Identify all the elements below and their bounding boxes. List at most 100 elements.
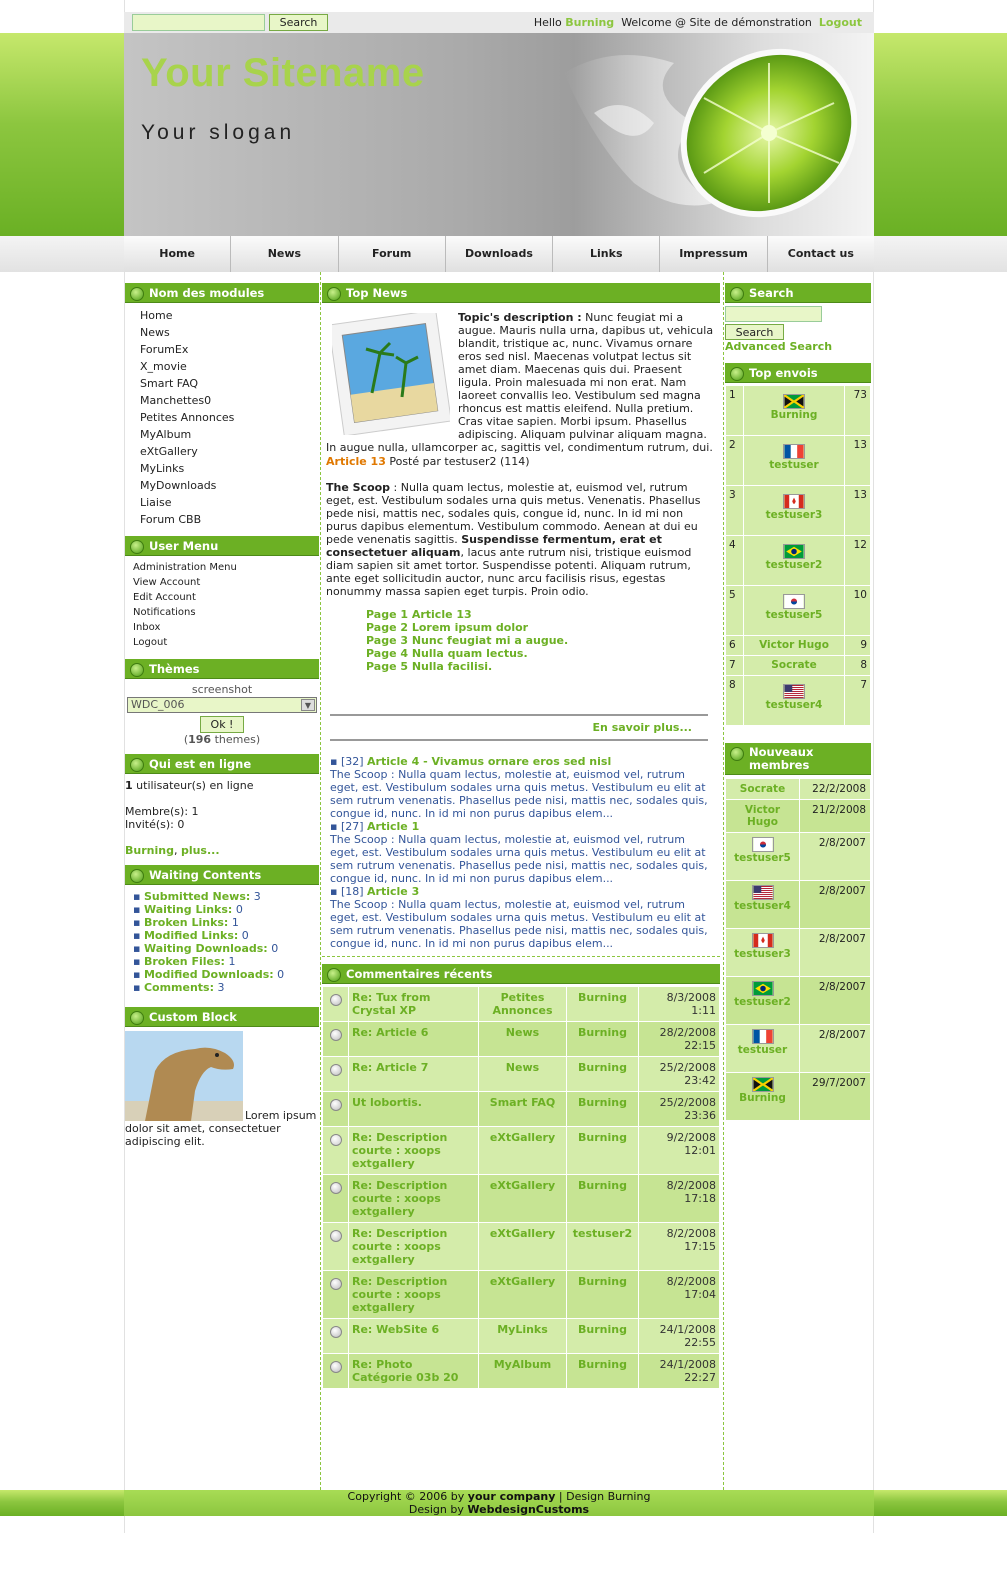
- page-link[interactable]: Page 5 Nulla facilisi.: [366, 660, 716, 673]
- module-item[interactable]: Petites Annonces: [125, 409, 319, 426]
- comment-module[interactable]: eXtGallery: [478, 1270, 567, 1319]
- page-link[interactable]: Page 4 Nulla quam lectus.: [366, 647, 716, 660]
- comment-module[interactable]: eXtGallery: [478, 1222, 567, 1271]
- page-link[interactable]: Page 1 Article 13: [366, 608, 716, 621]
- member-link[interactable]: Victor Hugo: [745, 804, 780, 828]
- comment-user[interactable]: Burning: [566, 1270, 639, 1319]
- member-link[interactable]: testuser5: [734, 852, 791, 864]
- theme-ok-button[interactable]: Ok !: [200, 716, 244, 733]
- nav-home[interactable]: Home: [124, 236, 232, 272]
- module-item[interactable]: Smart FAQ: [125, 375, 319, 392]
- member-link[interactable]: testuser4: [734, 900, 791, 912]
- waiting-link[interactable]: Broken Files:: [144, 955, 225, 968]
- nav-forum[interactable]: Forum: [338, 236, 446, 272]
- module-item[interactable]: MyLinks: [125, 460, 319, 477]
- comment-module[interactable]: MyAlbum: [478, 1353, 567, 1389]
- top-user-link[interactable]: Burning: [771, 409, 818, 421]
- nav-downloads[interactable]: Downloads: [445, 236, 554, 272]
- top-user-link[interactable]: testuser: [769, 459, 818, 471]
- comment-title[interactable]: Ut lobortis.: [348, 1091, 479, 1127]
- logout-link[interactable]: Logout: [819, 16, 862, 29]
- comment-title[interactable]: Re: Description courte : xoops extgaller…: [348, 1222, 479, 1271]
- theme-select[interactable]: WDC_006 ▼: [127, 697, 317, 713]
- nav-links[interactable]: Links: [553, 236, 661, 272]
- top-user-link[interactable]: testuser5: [766, 609, 823, 621]
- module-item[interactable]: Manchettes0: [125, 392, 319, 409]
- top-user-link[interactable]: Socrate: [771, 659, 816, 671]
- comment-title[interactable]: Re: WebSite 6: [348, 1318, 479, 1354]
- usermenu-item[interactable]: Administration Menu: [125, 560, 319, 575]
- waiting-link[interactable]: Modified Links:: [144, 929, 238, 942]
- search-input[interactable]: [132, 14, 265, 31]
- page-link[interactable]: Page 2 Lorem ipsum dolor: [366, 621, 716, 634]
- member-link[interactable]: testuser3: [734, 948, 791, 960]
- comment-title[interactable]: Re: Description courte : xoops extgaller…: [348, 1174, 479, 1223]
- comment-user[interactable]: Burning: [566, 1021, 639, 1057]
- module-item[interactable]: MyAlbum: [125, 426, 319, 443]
- advanced-search-link[interactable]: Advanced Search: [725, 340, 871, 353]
- member-link[interactable]: Burning: [739, 1092, 786, 1104]
- top-user-link[interactable]: Victor Hugo: [759, 639, 829, 651]
- article-link[interactable]: Article 13: [326, 455, 386, 468]
- member-link[interactable]: Socrate: [740, 783, 785, 795]
- nav-contact[interactable]: Contact us: [767, 236, 874, 272]
- member-link[interactable]: testuser: [738, 1044, 787, 1056]
- comment-user[interactable]: Burning: [566, 1091, 639, 1127]
- comment-user[interactable]: Burning: [566, 1318, 639, 1354]
- chevron-down-icon[interactable]: ▼: [301, 699, 315, 711]
- comment-title[interactable]: Re: Article 7: [348, 1056, 479, 1092]
- site-name[interactable]: Your Sitename: [141, 51, 425, 96]
- comment-user[interactable]: testuser2: [566, 1222, 639, 1271]
- waiting-link[interactable]: Broken Links:: [144, 916, 228, 929]
- usermenu-item[interactable]: Inbox: [125, 620, 319, 635]
- comment-module[interactable]: eXtGallery: [478, 1126, 567, 1175]
- top-user-link[interactable]: testuser4: [766, 699, 823, 711]
- comment-module[interactable]: News: [478, 1056, 567, 1092]
- comment-title[interactable]: Re: Article 6: [348, 1021, 479, 1057]
- search-button[interactable]: Search: [269, 14, 328, 31]
- member-link[interactable]: testuser2: [734, 996, 791, 1008]
- comment-module[interactable]: Petites Annonces: [478, 986, 567, 1022]
- user-link[interactable]: Burning: [565, 16, 614, 29]
- module-item[interactable]: Liaise: [125, 494, 319, 511]
- side-search-button[interactable]: Search: [725, 324, 784, 340]
- comment-title[interactable]: Re: Photo Catégorie 03b 20: [348, 1353, 479, 1389]
- news-link[interactable]: Article 4 - Vivamus ornare eros sed nisl: [367, 755, 611, 768]
- waiting-link[interactable]: Waiting Links:: [144, 903, 232, 916]
- footer-designer-link[interactable]: WebdesignCustoms: [467, 1503, 589, 1516]
- side-search-input[interactable]: [725, 306, 822, 322]
- comment-user[interactable]: Burning: [566, 1353, 639, 1389]
- usermenu-item[interactable]: View Account: [125, 575, 319, 590]
- nav-news[interactable]: News: [231, 236, 339, 272]
- news-link[interactable]: Article 3: [367, 885, 419, 898]
- online-user-link[interactable]: Burning: [125, 844, 174, 857]
- news-link[interactable]: Article 1: [367, 820, 419, 833]
- comment-user[interactable]: Burning: [566, 1174, 639, 1223]
- page-link[interactable]: Page 3 Nunc feugiat mi a augue.: [366, 634, 716, 647]
- module-item[interactable]: Home: [125, 307, 319, 324]
- comment-module[interactable]: Smart FAQ: [478, 1091, 567, 1127]
- usermenu-item[interactable]: Notifications: [125, 605, 319, 620]
- comment-user[interactable]: Burning: [566, 1126, 639, 1175]
- comment-title[interactable]: Re: Tux from Crystal XP: [348, 986, 479, 1022]
- footer-company[interactable]: your company: [468, 1490, 556, 1503]
- comment-user[interactable]: Burning: [566, 1056, 639, 1092]
- comment-module[interactable]: MyLinks: [478, 1318, 567, 1354]
- waiting-link[interactable]: Comments:: [144, 981, 214, 994]
- module-item[interactable]: eXtGallery: [125, 443, 319, 460]
- module-item[interactable]: MyDownloads: [125, 477, 319, 494]
- module-item[interactable]: Forum CBB: [125, 511, 319, 528]
- waiting-link[interactable]: Submitted News:: [144, 890, 250, 903]
- waiting-link[interactable]: Waiting Downloads:: [144, 942, 268, 955]
- comment-title[interactable]: Re: Description courte : xoops extgaller…: [348, 1270, 479, 1319]
- module-item[interactable]: News: [125, 324, 319, 341]
- waiting-link[interactable]: Modified Downloads:: [144, 968, 274, 981]
- nav-impressum[interactable]: Impressum: [660, 236, 768, 272]
- usermenu-item[interactable]: Logout: [125, 635, 319, 650]
- usermenu-item[interactable]: Edit Account: [125, 590, 319, 605]
- top-user-link[interactable]: testuser3: [766, 509, 823, 521]
- comment-title[interactable]: Re: Description courte : xoops extgaller…: [348, 1126, 479, 1175]
- module-item[interactable]: ForumEx: [125, 341, 319, 358]
- comment-module[interactable]: eXtGallery: [478, 1174, 567, 1223]
- comment-module[interactable]: News: [478, 1021, 567, 1057]
